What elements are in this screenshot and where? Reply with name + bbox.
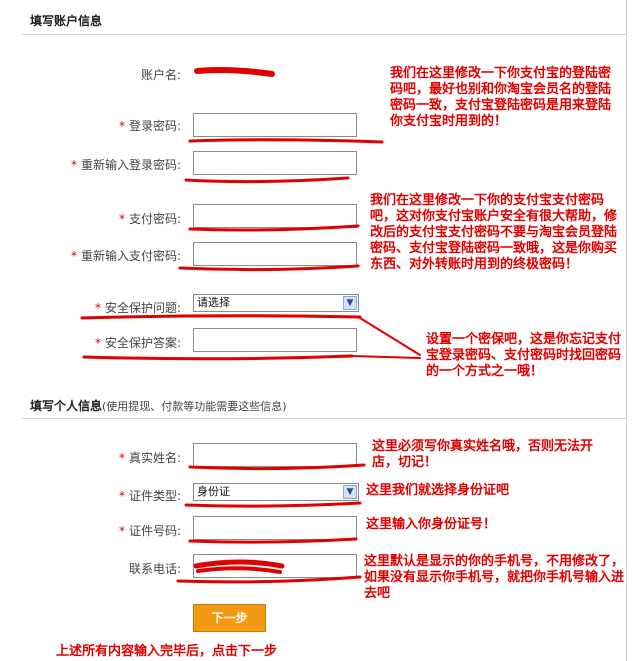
phone-redaction (196, 566, 282, 574)
underline-stroke (178, 264, 360, 272)
underline-stroke (80, 314, 362, 320)
underline-stroke (188, 138, 384, 144)
underline-stroke (176, 575, 362, 584)
underline-stroke (184, 501, 362, 508)
phone-redaction (193, 559, 285, 569)
account-name-redaction (194, 67, 275, 77)
pointer-line (351, 355, 421, 359)
underline-stroke (188, 224, 360, 232)
underline-stroke (184, 176, 350, 184)
underline-stroke (188, 537, 358, 544)
underline-stroke (188, 463, 366, 471)
annotation-marks (80, 67, 421, 584)
pointer-line (359, 317, 421, 356)
underline-stroke (82, 354, 354, 361)
